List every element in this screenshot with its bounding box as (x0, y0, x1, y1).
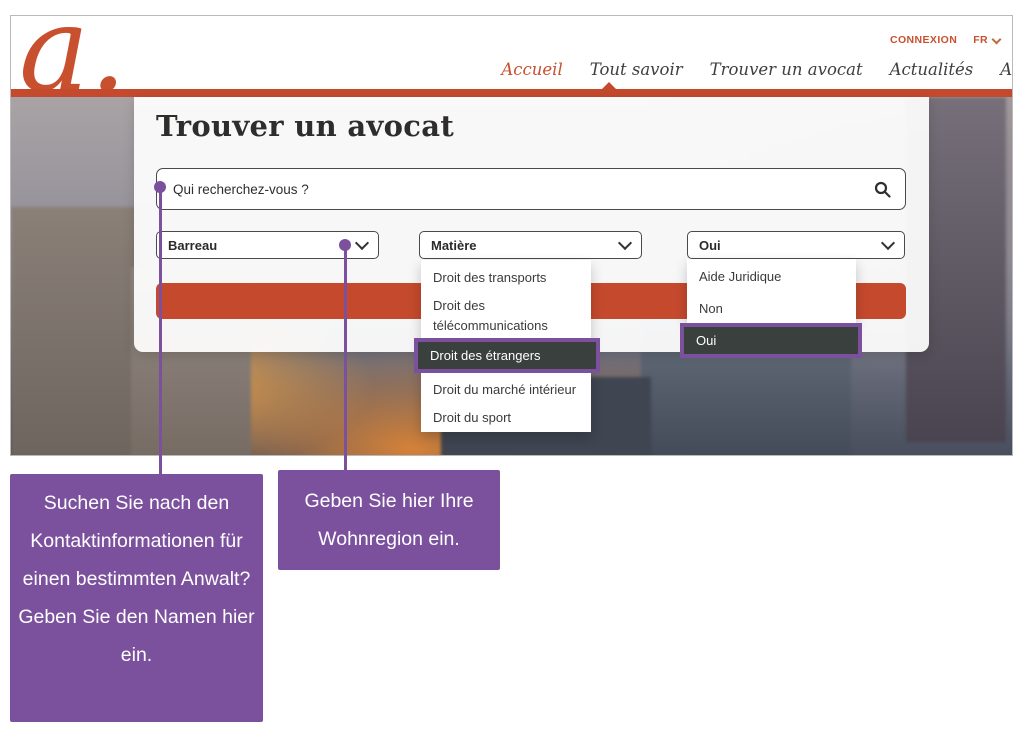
nav-item-accueil[interactable]: Accueil (501, 60, 562, 79)
annotation-dot (154, 181, 166, 193)
header-topbar: CONNEXION FR (890, 34, 1000, 46)
barreau-select-value: Barreau (168, 238, 217, 253)
page-title: Trouver un avocat (156, 109, 454, 143)
dropdown-option[interactable]: Non (699, 299, 723, 319)
dropdown-option[interactable]: Droit des télécommunications (433, 296, 575, 336)
aide-select-value: Oui (699, 238, 721, 253)
highlighted-option-label: Oui (696, 333, 716, 348)
nav-item-actualites[interactable]: Actualités (890, 60, 974, 79)
annotation-dot (339, 239, 351, 251)
language-selector[interactable]: FR (973, 34, 1000, 46)
callout-text: Geben Sie hier Ihre Wohnregion ein. (284, 482, 494, 558)
highlighted-option-oui[interactable]: Oui (680, 323, 862, 358)
chevron-down-icon (881, 236, 895, 250)
nav-item-a-propos[interactable]: A p (1000, 60, 1013, 79)
matiere-select-value: Matière (431, 238, 477, 253)
highlighted-option-label: Droit des étrangers (430, 348, 541, 363)
dropdown-option[interactable]: Droit du sport (433, 408, 511, 428)
main-nav: Accueil Tout savoir Trouver un avocat Ac… (501, 60, 1013, 79)
aide-dropdown-panel: Aide Juridique Non (687, 259, 856, 323)
dropdown-option[interactable]: Droit des transports (433, 268, 546, 288)
connexion-link[interactable]: CONNEXION (890, 34, 957, 46)
language-label: FR (973, 34, 988, 46)
search-input[interactable] (171, 181, 874, 198)
aide-juridique-select[interactable]: Oui (687, 231, 905, 259)
magnifier-icon[interactable] (874, 181, 891, 198)
dropdown-option[interactable]: Droit du marché intérieur (433, 380, 576, 400)
callout-text: Geben Sie den Namen hier ein. (18, 598, 255, 674)
annotation-connector-line (159, 187, 162, 474)
chevron-down-icon (618, 236, 632, 250)
header-divider-bar (11, 89, 1012, 97)
nav-item-tout-savoir[interactable]: Tout savoir (590, 60, 683, 79)
annotation-callout-barreau: Geben Sie hier Ihre Wohnregion ein. (278, 470, 500, 570)
annotation-connector-line (344, 245, 347, 470)
chevron-down-icon (355, 236, 369, 250)
dropdown-option[interactable]: Aide Juridique (699, 267, 781, 287)
highlighted-option-droit-des-etrangers[interactable]: Droit des étrangers (414, 338, 600, 373)
cityscape-building (11, 207, 141, 456)
nav-item-trouver-un-avocat[interactable]: Trouver un avocat (710, 60, 863, 79)
chevron-down-icon (992, 34, 1002, 44)
matiere-select[interactable]: Matière (419, 231, 642, 259)
search-input-container (156, 168, 906, 210)
annotation-callout-search: Suchen Sie nach den Kontaktinformationen… (10, 474, 263, 722)
callout-text: Suchen Sie nach den Kontaktinformationen… (18, 484, 255, 598)
